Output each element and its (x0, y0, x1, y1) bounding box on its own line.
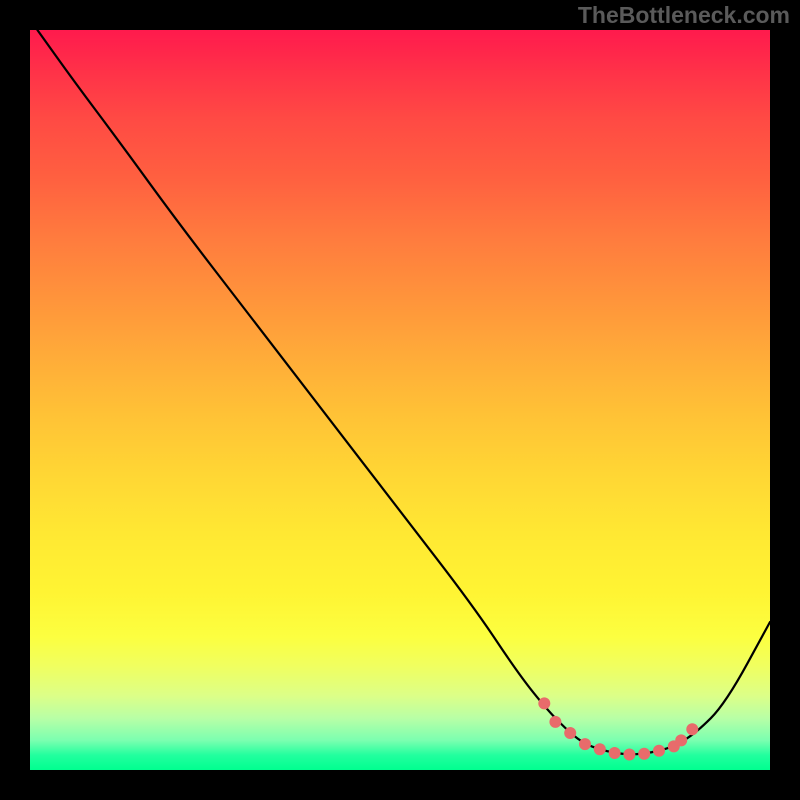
marker-dot (638, 748, 650, 760)
curve-line (37, 30, 770, 754)
chart-frame: TheBottleneck.com (0, 0, 800, 800)
plot-area (30, 30, 770, 770)
optimal-range-markers (538, 697, 698, 760)
marker-dot (538, 697, 550, 709)
marker-dot (653, 745, 665, 757)
marker-dot (686, 723, 698, 735)
marker-dot (623, 748, 635, 760)
marker-dot (609, 747, 621, 759)
marker-dot (549, 716, 561, 728)
chart-overlay (30, 30, 770, 770)
marker-dot (564, 727, 576, 739)
marker-dot (594, 743, 606, 755)
marker-dot (579, 738, 591, 750)
watermark-text: TheBottleneck.com (578, 2, 790, 29)
marker-dot (675, 734, 687, 746)
